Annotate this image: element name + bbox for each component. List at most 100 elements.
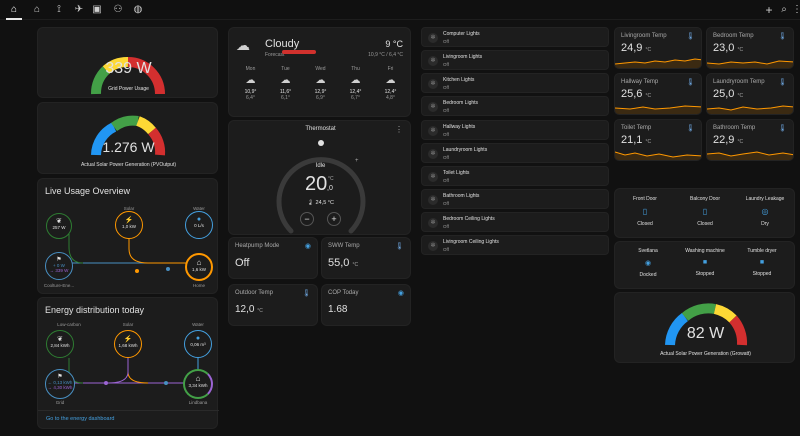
temp-sensor-card[interactable]: Bedroom Temp 🌡︎ 23,0 °C: [706, 27, 794, 69]
solar-pv-label: Actual Solar Power Generation (PVOutput): [80, 162, 177, 168]
thermostat-unit: °C: [328, 176, 334, 182]
entity-state: Dry: [761, 221, 769, 227]
thermostat-card[interactable]: Thermostat ⋮ Idle + 20 °C ,0 🌡︎ 24,5 °C …: [228, 120, 411, 235]
live-usage-card[interactable]: Live Usage Overview Solar ⚡ 1,0 kW Water…: [37, 178, 218, 294]
ed-home-node[interactable]: ⌂ 3,34 kWh: [183, 369, 213, 399]
thermostat-target: 20: [305, 173, 328, 195]
thermostat-plus-mark: +: [355, 158, 359, 164]
temp-sensor-card[interactable]: Hallway Temp 🌡︎ 25,6 °C: [614, 73, 702, 115]
cloud-icon: ☁: [280, 75, 291, 86]
entity-name: Washing machine: [685, 248, 725, 254]
meter-icon[interactable]: ✈: [72, 3, 86, 17]
tile-unit: °C: [352, 262, 359, 268]
door-entity[interactable]: Balcony Door ▯ Closed: [675, 196, 735, 227]
lightbulb-icon: ✲: [428, 172, 438, 182]
doors-card[interactable]: Front Door ▯ Closed Balcony Door ▯ Close…: [614, 188, 795, 238]
water-icon: ◎: [761, 207, 769, 216]
entity-state: Closed: [637, 221, 653, 227]
temp-number: 25,0: [713, 88, 735, 100]
leak-entity[interactable]: Laundry Leakage ◎ Dry: [735, 196, 795, 227]
ed-water-node[interactable]: ● 0,06 m³: [184, 330, 212, 358]
dryer-entity[interactable]: Tumble dryer ■ Stopped: [732, 248, 792, 277]
temp-unit: °C: [645, 47, 652, 53]
divider: [38, 410, 219, 411]
live-grid-node[interactable]: ⚑ + 0 W → 339 W: [45, 252, 73, 280]
thermostat-minus-button[interactable]: −: [300, 212, 314, 226]
energy-distribution-card[interactable]: Energy distribution today Low-carbon ❦ 2…: [37, 297, 219, 429]
light-name: Computer Lights: [443, 31, 480, 37]
light-row[interactable]: ✲ Computer Lights Off: [421, 27, 609, 47]
plus-icon[interactable]: +: [762, 3, 776, 17]
ed-solar-node[interactable]: ⚡ 1,68 kWh: [114, 330, 142, 358]
light-row[interactable]: ✲ Toilet Lights Off: [421, 166, 609, 186]
vacuum-entity[interactable]: Svetlana ◉ Docked: [618, 248, 678, 278]
temp-sensor-card[interactable]: Bathroom Temp 🌡︎ 22,9 °C: [706, 119, 794, 161]
tile-value: 55,0 °C: [328, 257, 358, 269]
temp-sensor-card[interactable]: Livingroom Temp 🌡︎ 24,9 °C: [614, 27, 702, 69]
palette-icon[interactable]: ◍: [131, 3, 145, 17]
live-lowcarbon-node[interactable]: ❦ 257 W: [46, 213, 72, 239]
ed-lowcarbon-value: 2,84 kWh: [50, 343, 70, 348]
water-drop-icon: ●: [196, 216, 202, 223]
tile-unit: °C: [257, 308, 263, 314]
thermostat-decimal: ,0: [327, 185, 333, 192]
more-vert-icon[interactable]: ⋮: [790, 3, 800, 17]
weather-card[interactable]: ☁ Cloudy Forecast 9 °C 10,9 °C / 6,4 °C …: [228, 27, 411, 117]
search-icon[interactable]: ⌕: [777, 3, 791, 17]
pv-icon[interactable]: ⟟: [52, 3, 66, 17]
temp-unit: °C: [737, 47, 744, 53]
light-row[interactable]: ✲ Livingroom Ceiling Lights Off: [421, 235, 609, 255]
light-row[interactable]: ✲ Bedroom Ceiling Lights Off: [421, 212, 609, 232]
temp-value: 25,6 °C: [621, 88, 651, 100]
light-row[interactable]: ✲ Bedroom Lights Off: [421, 96, 609, 116]
grid-power-card[interactable]: 339 W Grid Power Usage: [37, 27, 218, 98]
light-row[interactable]: ✲ Livingroom Lights Off: [421, 50, 609, 70]
light-row[interactable]: ✲ Kitchen Lights Off: [421, 73, 609, 93]
sww-temp-tile[interactable]: SWW Temp 🌡︎ 55,0 °C: [321, 237, 411, 279]
appliances-card[interactable]: Svetlana ◉ Docked Washing machine ■ Stop…: [614, 241, 795, 289]
entity-name: Svetlana: [638, 248, 658, 254]
light-row[interactable]: ✲ Bathroom Lights Off: [421, 189, 609, 209]
temp-value: 23,0 °C: [713, 42, 743, 54]
door-closed-icon: ▯: [642, 207, 648, 216]
door-closed-icon: ▯: [702, 207, 708, 216]
gauge-icon[interactable]: ▣: [90, 3, 104, 17]
washer-entity[interactable]: Washing machine ■ Stopped: [675, 248, 735, 277]
temp-sensor-card[interactable]: Toilet Temp 🌡︎ 21,1 °C: [614, 119, 702, 161]
lightbulb-icon: ✲: [428, 241, 438, 251]
cop-today-tile[interactable]: COP Today ◉ 1.68: [321, 284, 411, 326]
leaf-icon: ❦: [57, 336, 63, 343]
entity-name: Balcony Door: [689, 196, 720, 202]
thermostat-plus-button[interactable]: +: [327, 212, 341, 226]
light-state: Off: [443, 247, 449, 252]
outdoor-temp-tile[interactable]: Outdoor Temp 🌡︎ 12,0 °C: [228, 284, 318, 326]
solar-panel-icon: ⚡: [124, 217, 134, 224]
growatt-card[interactable]: 82 W Actual Solar Power Generation (Grow…: [614, 292, 795, 363]
temp-value: 24,9 °C: [621, 42, 651, 54]
ed-grid-node[interactable]: ⚑ ← 0,13 kWh → 4,30 kWh: [45, 369, 75, 399]
cloud-icon: ☁: [350, 75, 361, 86]
temp-name: Hallway Temp: [621, 79, 659, 85]
energy-dashboard-link[interactable]: Go to the energy dashboard: [46, 416, 115, 422]
live-solar-node[interactable]: ⚡ 1,0 kW: [115, 211, 143, 239]
solar-pv-value: 1.276 W: [102, 139, 155, 155]
tile-name: COP Today: [328, 290, 359, 296]
ed-solar-value: 1,68 kWh: [118, 343, 138, 348]
network-icon[interactable]: ⚇: [111, 3, 125, 17]
light-row[interactable]: ✲ Laundryroom Lights Off: [421, 143, 609, 163]
temp-value: 25,0 °C: [713, 88, 743, 100]
heatpump-mode-tile[interactable]: Heatpump Mode ◉ Off: [228, 237, 318, 279]
temp-sensor-card[interactable]: Laundryroom Temp 🌡︎ 25,0 °C: [706, 73, 794, 115]
door-entity[interactable]: Front Door ▯ Closed: [615, 196, 675, 227]
light-state: Off: [443, 39, 449, 44]
ed-lowcarbon-node[interactable]: ❦ 2,84 kWh: [46, 330, 74, 358]
light-row[interactable]: ✲ Hallway Lights Off: [421, 120, 609, 140]
live-water-node[interactable]: ● 0 L/s: [185, 211, 213, 239]
house-icon[interactable]: ⌂: [30, 3, 44, 17]
solar-pv-card[interactable]: 1.276 W Actual Solar Power Generation (P…: [37, 102, 218, 174]
live-home-node[interactable]: ⌂ 1,6 kW: [185, 253, 213, 281]
home-icon[interactable]: ⌂: [7, 3, 21, 17]
lightbulb-icon: ✲: [428, 126, 438, 136]
light-state: Off: [443, 201, 449, 206]
ed-water-value: 0,06 m³: [190, 342, 206, 347]
